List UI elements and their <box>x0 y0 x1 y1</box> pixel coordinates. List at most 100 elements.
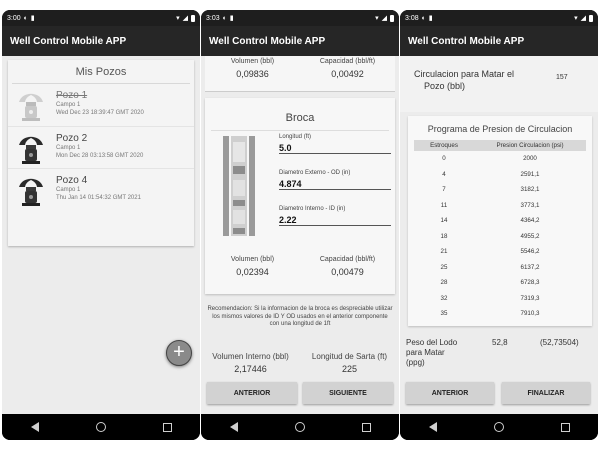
pressure-cell: 6728,3 <box>520 279 540 287</box>
pressure-cell: 4955,2 <box>520 232 540 240</box>
strokes-cell: 28 <box>440 279 448 287</box>
pressure-cell: 2591,1 <box>520 170 540 178</box>
battery-icon <box>191 14 195 22</box>
drill-bit-image <box>223 136 255 236</box>
internal-volume-label: Volumen Interno (bbl) <box>212 352 289 361</box>
bit-capacity-label: Capacidad (bbl/ft) <box>319 256 376 263</box>
home-icon[interactable] <box>493 422 504 432</box>
pressure-table: Estroques Presion Circulacion (psi) 0 200… <box>414 140 586 322</box>
back-icon[interactable] <box>229 422 238 432</box>
outer-diameter-input[interactable]: 4.874 <box>279 176 391 190</box>
status-bar: 3:00 ◐ ▮ ▾ ◢ <box>2 10 200 26</box>
well-icon <box>19 178 43 206</box>
strokes-cell: 25 <box>440 263 448 271</box>
well-date: Wed Dec 23 18:39:47 GMT 2020 <box>56 110 144 116</box>
sd-card-icon: ▮ <box>30 15 35 22</box>
well-name: Pozo 1 <box>56 90 88 101</box>
program-title: Programa de Presion de Circulacion <box>427 124 573 134</box>
previous-component-summary: Volumen (bbl) 0,09836 Capacidad (bbl/ft)… <box>205 56 395 92</box>
phone-screen-drill-bit: 3:03 ◐ ▮ ▾ ◢ Well Control Mobile APP Vol… <box>201 10 399 440</box>
divider <box>211 130 389 131</box>
sd-card-icon: ▮ <box>229 15 234 22</box>
app-title: Well Control Mobile APP <box>408 35 525 47</box>
phone-screen-wells: 3:00 ◐ ▮ ▾ ◢ Well Control Mobile APP Mis… <box>2 10 200 440</box>
signal-icon: ◢ <box>182 15 188 22</box>
previous-button[interactable]: ANTERIOR <box>207 382 297 404</box>
kill-mud-weight-label: Peso del Lodo para Matar (ppg) <box>406 338 476 368</box>
table-row: 0 2000 <box>414 151 586 167</box>
strokes-cell: 18 <box>440 232 448 240</box>
kill-circulation-label-line1: Circulacion para Matar el <box>414 69 515 79</box>
recents-icon[interactable] <box>162 422 172 432</box>
finish-button[interactable]: FINALIZAR <box>502 382 590 404</box>
pressure-cell: 3182,1 <box>520 186 540 194</box>
pressure-header: Presion Circulacion (psi) <box>474 140 586 151</box>
recents-icon[interactable] <box>361 422 371 432</box>
well-list-item[interactable]: Pozo 2 Campo 1 Mon Dec 28 03:13:58 GMT 2… <box>8 126 194 168</box>
battery-icon <box>390 14 394 22</box>
home-icon[interactable] <box>95 422 106 432</box>
table-row: 32 7319,3 <box>414 291 586 307</box>
table-row: 18 4955,2 <box>414 229 586 245</box>
kill-circulation-summary: Circulacion para Matar el Pozo (bbl) 157 <box>400 56 598 112</box>
signal-icon: ◢ <box>580 15 586 22</box>
pressure-cell: 6137,2 <box>520 263 540 271</box>
kill-circulation-label: Circulacion para Matar el Pozo (bbl) <box>414 68 514 92</box>
wifi-icon: ▾ <box>574 15 578 22</box>
back-icon[interactable] <box>428 422 437 432</box>
length-field[interactable]: Longitud (ft) 5.0 <box>279 134 391 154</box>
pressure-cell: 7910,3 <box>520 310 540 318</box>
nav-bar <box>201 414 399 440</box>
drill-bit-card: Broca Longitud (ft) 5.0 Diametro Externo… <box>205 98 395 294</box>
well-list-item[interactable]: Pozo 1 Campo 1 Wed Dec 23 18:39:47 GMT 2… <box>8 84 194 126</box>
well-icon <box>19 93 43 121</box>
well-date: Thu Jan 14 01:54:32 GMT 2021 <box>56 195 141 201</box>
bit-volume-value: 0,02394 <box>236 267 269 277</box>
pressure-cell: 2000 <box>523 155 537 163</box>
pressure-cell: 7319,3 <box>520 294 540 302</box>
next-button[interactable]: SIGUIENTE <box>303 382 393 404</box>
table-row: 11 3773,1 <box>414 198 586 214</box>
status-time: 3:03 <box>206 14 220 22</box>
battery-icon <box>589 14 593 22</box>
section-title: Broca <box>285 112 315 124</box>
wells-title: Mis Pozos <box>12 60 190 84</box>
well-name: Pozo 2 <box>56 133 88 144</box>
inner-diameter-field[interactable]: Diametro Interno - ID (in) 2.22 <box>279 206 391 226</box>
outer-diameter-field[interactable]: Diametro Externo - OD (in) 4.874 <box>279 170 391 190</box>
signal-icon: ◢ <box>381 15 387 22</box>
volume-value: 0,09836 <box>236 69 269 79</box>
kill-mud-weight-value: 52,8 <box>492 338 508 347</box>
capacity-label: Capacidad (bbl/ft) <box>319 58 376 65</box>
string-length-value: 225 <box>341 364 358 374</box>
inner-diameter-input[interactable]: 2.22 <box>279 212 391 226</box>
well-name: Pozo 4 <box>56 175 88 186</box>
kill-circulation-label-line2: Pozo (bbl) <box>424 81 466 91</box>
capacity-value: 0,00492 <box>331 69 364 79</box>
table-row: 4 2591,1 <box>414 167 586 183</box>
app-title: Well Control Mobile APP <box>10 35 127 47</box>
home-icon[interactable] <box>294 422 305 432</box>
table-row: 14 4364,2 <box>414 213 586 229</box>
strokes-cell: 0 <box>442 155 446 163</box>
recents-icon[interactable] <box>560 422 570 432</box>
app-bar: Well Control Mobile APP <box>400 26 598 56</box>
back-icon[interactable] <box>30 422 39 432</box>
well-list-item[interactable]: Pozo 4 Campo 1 Thu Jan 14 01:54:32 GMT 2… <box>8 168 194 210</box>
wells-screen: Mis Pozos Pozo 1 Campo 1 Wed Dec 23 18:3… <box>2 56 200 414</box>
strokes-cell: 11 <box>440 201 448 209</box>
well-field: Campo 1 <box>56 145 81 151</box>
well-date: Mon Dec 28 03:13:58 GMT 2020 <box>56 153 144 159</box>
volume-label: Volumen (bbl) <box>230 58 275 65</box>
sd-card-icon: ▮ <box>428 15 433 22</box>
wifi-icon: ▾ <box>375 15 379 22</box>
strokes-cell: 35 <box>440 310 448 318</box>
app-bar: Well Control Mobile APP <box>201 26 399 56</box>
kill-mud-weight-label-line1: Peso del Lodo <box>406 338 458 347</box>
previous-button[interactable]: ANTERIOR <box>406 382 494 404</box>
strokes-cell: 7 <box>442 186 446 194</box>
add-well-button[interactable]: + <box>166 340 192 366</box>
strokes-cell: 21 <box>440 248 448 256</box>
pressure-program-card: Programa de Presion de Circulacion Estro… <box>408 116 592 326</box>
length-input[interactable]: 5.0 <box>279 140 391 154</box>
